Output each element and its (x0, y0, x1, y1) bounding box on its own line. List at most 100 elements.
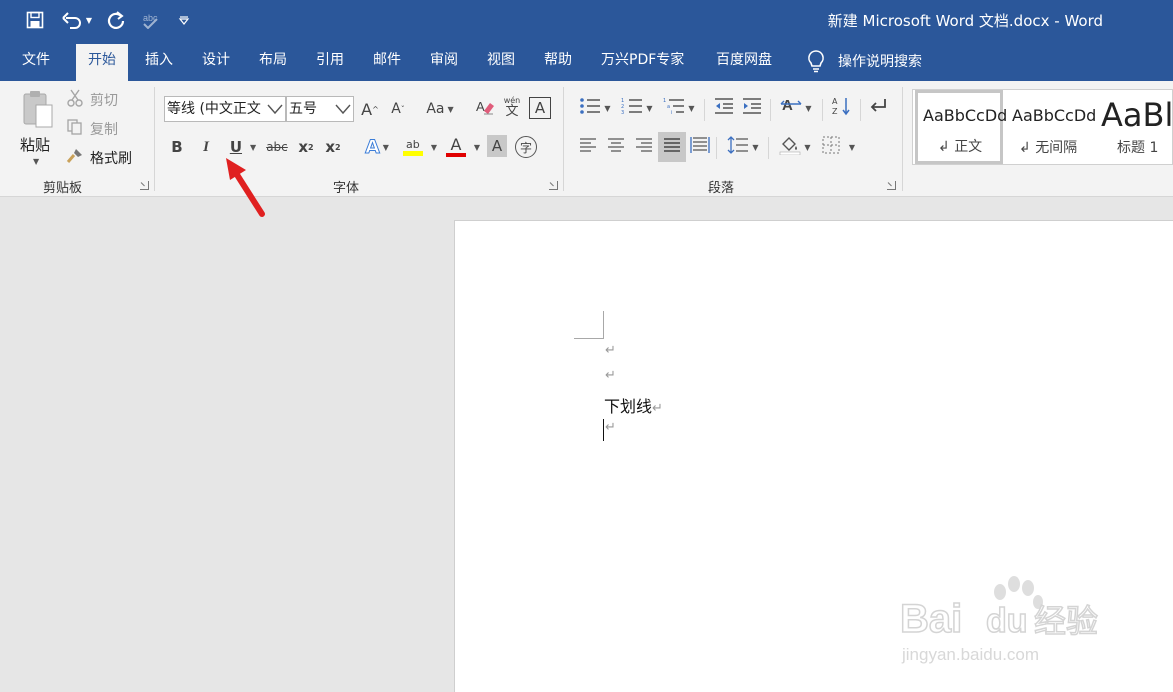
paragraph-mark: ↵ (605, 368, 616, 383)
spelling-icon[interactable]: abc (138, 8, 162, 32)
font-launcher-icon[interactable] (549, 181, 558, 190)
tab-review[interactable]: 审阅 (418, 44, 470, 81)
svg-text:Z: Z (832, 107, 838, 116)
shrink-font-button[interactable]: Aˇ (388, 96, 408, 122)
undo-icon[interactable]: ▼ (58, 8, 96, 32)
align-left-button[interactable] (576, 134, 600, 160)
align-left-icon (579, 137, 597, 157)
group-divider (563, 87, 564, 191)
copy-button[interactable]: 复制 (66, 117, 136, 139)
change-case-icon: Aa (426, 101, 445, 117)
subscript-icon: x (298, 138, 309, 156)
text-effects-icon: A (365, 136, 381, 159)
tab-file[interactable]: 文件 (10, 44, 62, 81)
justify-icon (663, 137, 681, 157)
chinese-layout-button[interactable]: A ▼ (778, 95, 814, 121)
strikethrough-button[interactable]: abc (265, 134, 289, 160)
align-right-icon (635, 137, 653, 157)
tab-help[interactable]: 帮助 (532, 44, 584, 81)
superscript-button[interactable]: x2 (323, 134, 343, 160)
bullets-button[interactable]: ▼ (576, 95, 614, 121)
tab-home[interactable]: 开始 (76, 44, 128, 81)
distributed-button[interactable] (688, 134, 712, 160)
shading-button[interactable]: ▼ (776, 134, 814, 160)
enclose-characters-button[interactable]: 字 (515, 136, 537, 158)
font-size-value: 五号 (289, 101, 317, 117)
phonetic-guide-button[interactable]: wén 文 (500, 94, 524, 120)
style-no-spacing[interactable]: AaBbCcDd ↲ 无间隔 (1007, 90, 1096, 164)
show-formatting-marks-button[interactable] (866, 95, 890, 121)
bullets-icon (579, 97, 601, 119)
strikethrough-icon: abc (266, 140, 288, 154)
text-effects-button[interactable]: A ▼ (360, 134, 394, 160)
tab-baidu-netdisk[interactable]: 百度网盘 (704, 44, 784, 81)
baidu-jingyan-watermark: Bai du 经验 jingyan.baidu.com (899, 570, 1150, 670)
save-icon[interactable] (22, 8, 48, 32)
svg-text:A: A (782, 97, 793, 114)
tab-insert[interactable]: 插入 (133, 44, 185, 81)
format-painter-button[interactable]: 格式刷 (66, 146, 146, 168)
document-text: 下划线↵ (604, 393, 663, 417)
cut-button[interactable]: 剪切 (66, 88, 136, 110)
sort-button[interactable]: AZ (830, 95, 854, 121)
paste-dropdown-arrow[interactable]: ▼ (33, 157, 39, 166)
multilevel-list-button[interactable]: 1 a i ▼ (660, 95, 698, 121)
ribbon: 粘贴 ▼ 剪切 复制 格式刷 剪贴板 等线 (中文正文 五号 A ^ A ˇ A… (0, 81, 1173, 197)
bold-button[interactable]: B (166, 134, 188, 160)
sort-icon: AZ (832, 96, 852, 120)
redo-icon[interactable] (104, 8, 128, 32)
svg-text:jingyan.baidu.com: jingyan.baidu.com (901, 645, 1039, 664)
borders-icon (821, 136, 841, 158)
font-name-combo[interactable]: 等线 (中文正文 (164, 96, 286, 122)
copy-label: 复制 (90, 122, 118, 138)
tell-me-search[interactable]: 操作说明搜索 (806, 46, 922, 76)
justify-button[interactable] (658, 132, 686, 162)
enclose-characters-icon: 字 (519, 140, 532, 155)
font-size-combo[interactable]: 五号 (286, 96, 354, 122)
align-center-button[interactable] (604, 134, 628, 160)
clear-formatting-button[interactable]: A (474, 96, 496, 122)
lightbulb-icon (806, 49, 828, 73)
mini-divider (822, 99, 823, 121)
tab-design[interactable]: 设计 (190, 44, 242, 81)
numbering-button[interactable]: 1 2 3 ▼ (618, 95, 656, 121)
italic-button[interactable]: I (195, 134, 217, 160)
chinese-layout-icon: A (780, 96, 802, 120)
borders-button[interactable]: ▼ (818, 134, 858, 160)
font-color-letter: A (450, 135, 462, 154)
style-heading-1[interactable]: AaBl 标题 1 (1099, 90, 1172, 164)
paste-button[interactable]: 粘贴 ▼ (18, 87, 58, 175)
style-name-text: 无间隔 (1035, 140, 1078, 156)
style-sample: AaBbCcDd (923, 106, 1008, 125)
highlight-button[interactable]: ab ▼ (400, 134, 440, 160)
character-border-button[interactable]: A (529, 97, 551, 119)
paragraph-launcher-icon[interactable] (887, 181, 896, 190)
pinyin-char: 文 (505, 103, 519, 119)
change-case-button[interactable]: Aa ▼ (422, 96, 458, 122)
font-color-button[interactable]: A ▼ (444, 134, 482, 160)
tab-mailings[interactable]: 邮件 (361, 44, 413, 81)
line-spacing-button[interactable]: ▼ (724, 134, 762, 160)
chevron-down-icon[interactable] (267, 101, 283, 117)
style-name: 标题 1 (1117, 140, 1159, 156)
grow-font-button[interactable]: A ^ (360, 96, 380, 122)
paintbrush-icon (66, 147, 84, 169)
customize-icon[interactable] (174, 8, 194, 32)
font-name-value: 等线 (中文正文 (167, 101, 261, 117)
tab-references[interactable]: 引用 (304, 44, 356, 81)
clipboard-group-label: 剪贴板 (43, 181, 83, 196)
align-right-button[interactable] (632, 134, 656, 160)
tab-layout[interactable]: 布局 (247, 44, 299, 81)
svg-text:Bai: Bai (900, 597, 962, 641)
mini-divider (704, 99, 705, 121)
character-shading-button[interactable]: A (487, 135, 507, 157)
tab-wondershare-pdf[interactable]: 万兴PDF专家 (589, 44, 696, 81)
tab-view[interactable]: 视图 (475, 44, 527, 81)
style-normal[interactable]: AaBbCcDd ↲ 正文 (915, 90, 1007, 164)
decrease-indent-button[interactable] (712, 95, 736, 121)
clipboard-launcher-icon[interactable] (140, 181, 149, 190)
subscript-button[interactable]: x2 (296, 134, 316, 160)
chevron-down-icon[interactable] (335, 101, 351, 117)
increase-indent-button[interactable] (740, 95, 764, 121)
group-divider (902, 87, 903, 191)
